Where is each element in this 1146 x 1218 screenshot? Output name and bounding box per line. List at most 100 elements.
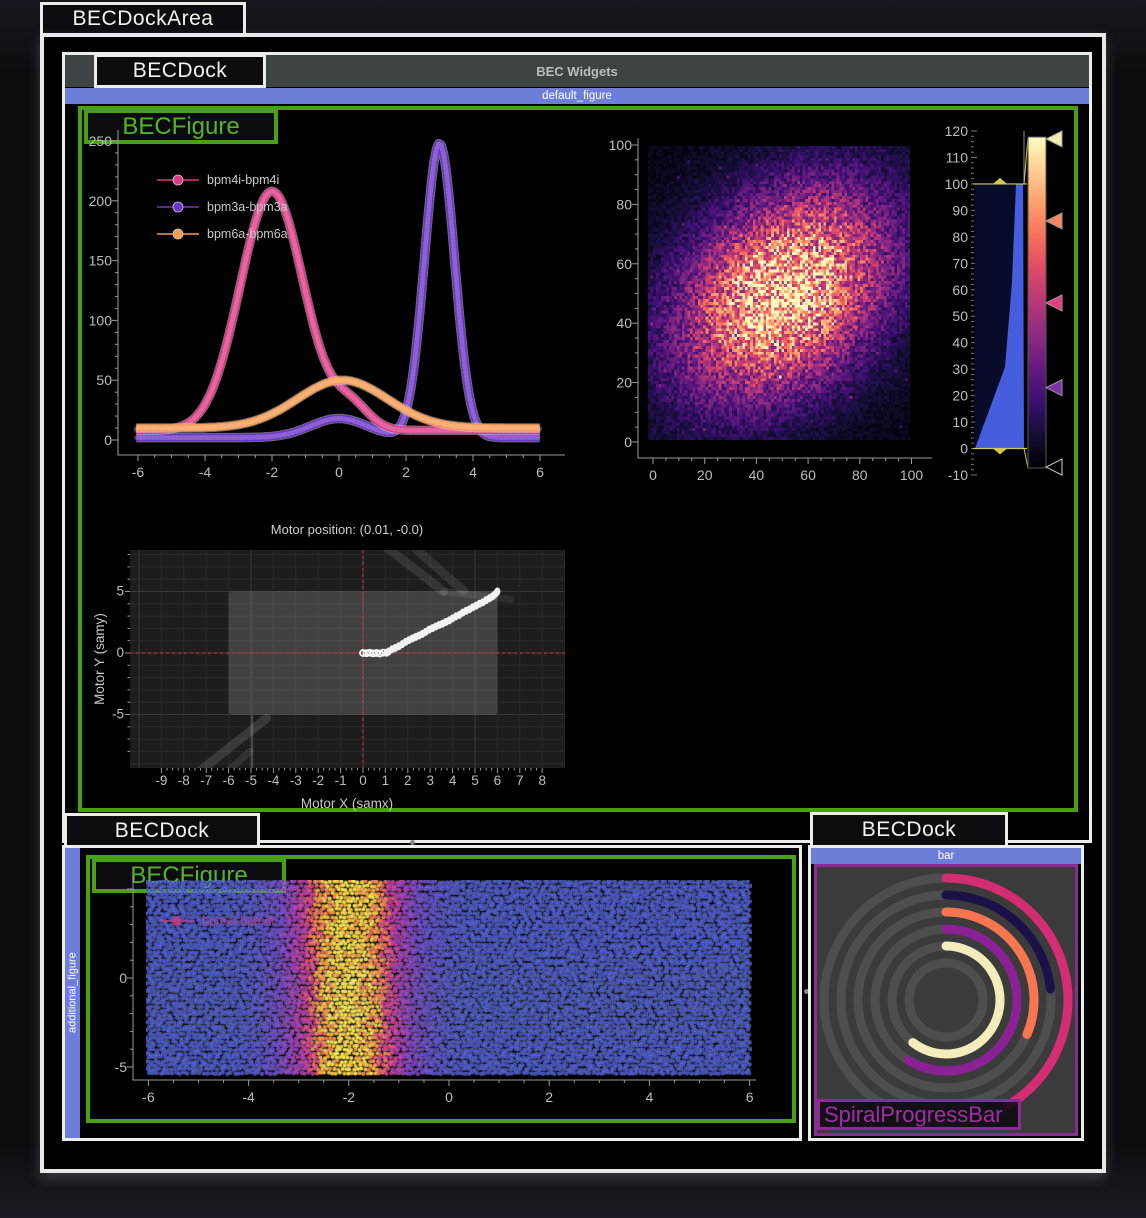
svg-text:-2: -2	[312, 773, 324, 788]
svg-text:60: 60	[616, 256, 632, 272]
svg-text:90: 90	[952, 202, 968, 218]
svg-text:40: 40	[749, 467, 765, 483]
svg-text:-4: -4	[199, 464, 212, 480]
svg-text:40: 40	[952, 335, 968, 351]
svg-text:5: 5	[471, 773, 479, 788]
dock-area-label-text: BECDockArea	[73, 7, 214, 31]
svg-text:20: 20	[952, 388, 968, 404]
svg-text:bpm3a-bpm3a: bpm3a-bpm3a	[207, 200, 288, 214]
svg-text:100: 100	[609, 137, 633, 153]
top-dock-tab-title: BEC Widgets	[536, 64, 618, 79]
svg-text:80: 80	[616, 196, 632, 212]
bottom-right-dock-title-bar[interactable]: bar	[811, 848, 1081, 864]
scan2d-legend: bpm4i-bpm4i	[160, 914, 274, 928]
svg-text:0: 0	[116, 645, 124, 660]
svg-text:5: 5	[116, 584, 124, 599]
svg-text:20: 20	[616, 375, 632, 391]
svg-text:60: 60	[800, 467, 816, 483]
spiral-progress-label-text: SpiralProgressBar	[824, 1102, 1003, 1128]
motor-xlabel: Motor X (samx)	[301, 796, 393, 811]
waveform-svg[interactable]: 050100150200250-6-4-20246bpm4i-bpm4ibpm3…	[95, 122, 580, 494]
dock-area-label: BECDockArea	[40, 2, 246, 36]
bottom-right-dock-title-text: bar	[938, 850, 955, 862]
svg-text:0: 0	[624, 434, 632, 450]
series-bpm3a-bpm3a	[136, 144, 539, 438]
svg-text:2: 2	[545, 1089, 553, 1105]
svg-text:-8: -8	[178, 773, 190, 788]
scan2d-axes-svg[interactable]: 0-5-6-4-20246bpm4i-bpm4i	[92, 866, 798, 1118]
svg-text:60: 60	[952, 282, 968, 298]
svg-text:4: 4	[449, 773, 457, 788]
heatmap-axes-svg[interactable]: 0 20 40 60 80 100 0 20 40 60 80 100	[600, 122, 945, 494]
svg-text:7: 7	[516, 773, 524, 788]
svg-text:-7: -7	[200, 773, 212, 788]
svg-text:0: 0	[445, 1089, 453, 1105]
svg-text:50: 50	[952, 308, 968, 324]
spiral-progress-label: SpiralProgressBar	[817, 1099, 1021, 1130]
motor-title: Motor position: (0.01, -0.0)	[271, 522, 423, 537]
svg-text:3: 3	[426, 773, 434, 788]
bottom-right-dock-label: BECDock	[810, 812, 1008, 848]
motor-ylabel: Motor Y (samy)	[92, 613, 107, 705]
top-dock-label: BECDock	[94, 54, 266, 88]
svg-text:70: 70	[952, 255, 968, 271]
series-bpm4i-bpm4i	[136, 191, 539, 430]
svg-text:0: 0	[119, 970, 127, 986]
svg-text:4: 4	[469, 464, 477, 480]
svg-text:bpm6a-bpm6a: bpm6a-bpm6a	[207, 227, 288, 241]
bottom-left-dock-title-text: additional_figure	[67, 953, 79, 1034]
svg-text:-2: -2	[266, 464, 279, 480]
svg-text:200: 200	[89, 193, 113, 209]
svg-text:40: 40	[616, 315, 632, 331]
svg-text:0: 0	[649, 467, 657, 483]
histogram-lut[interactable]: 1201101009080706050403020100-10	[935, 122, 1076, 494]
svg-text:-9: -9	[155, 773, 167, 788]
top-dock-title-text: default_figure	[542, 90, 612, 102]
svg-text:250: 250	[89, 133, 113, 149]
svg-text:110: 110	[946, 149, 969, 165]
svg-text:150: 150	[89, 253, 113, 269]
waveform-legend: bpm4i-bpm4i bpm3a-bpm3a bpm6a-bpm6a	[157, 173, 288, 241]
svg-text:-5: -5	[245, 773, 257, 788]
bottom-left-dock-title-bar[interactable]: additional_figure	[65, 848, 80, 1138]
svg-text:-3: -3	[290, 773, 302, 788]
svg-text:0: 0	[104, 432, 112, 448]
spiral-rings	[817, 867, 1075, 1133]
svg-text:0: 0	[359, 773, 367, 788]
svg-text:80: 80	[852, 467, 868, 483]
spiral-svg[interactable]	[817, 867, 1075, 1133]
top-dock-label-text: BECDock	[133, 59, 228, 83]
svg-text:-6: -6	[223, 773, 235, 788]
svg-text:-1: -1	[335, 773, 347, 788]
svg-text:2: 2	[402, 464, 410, 480]
svg-text:20: 20	[697, 467, 713, 483]
spiral-progress-widget[interactable]	[814, 864, 1078, 1136]
bottom-right-dock-label-text: BECDock	[862, 818, 957, 842]
svg-text:-6: -6	[142, 1089, 155, 1105]
top-dock-title-bar[interactable]: default_figure	[65, 88, 1089, 104]
svg-text:6: 6	[494, 773, 502, 788]
histogram-lut-svg[interactable]: 1201101009080706050403020100-10	[935, 122, 1076, 494]
svg-text:0: 0	[335, 464, 343, 480]
svg-text:-4: -4	[242, 1089, 255, 1105]
svg-text:bpm4i-bpm4i: bpm4i-bpm4i	[207, 173, 279, 187]
svg-text:0: 0	[960, 441, 968, 457]
scan2d-plot[interactable]: 0-5-6-4-20246bpm4i-bpm4i	[92, 866, 798, 1118]
bottom-left-dock-label-text: BECDock	[115, 819, 210, 843]
svg-text:10: 10	[952, 414, 968, 430]
waveform-plot[interactable]: 050100150200250-6-4-20246bpm4i-bpm4ibpm3…	[95, 122, 580, 494]
svg-text:-6: -6	[132, 464, 145, 480]
svg-text:100: 100	[900, 467, 924, 483]
svg-text:50: 50	[96, 372, 112, 388]
heatmap-plot[interactable]: 0 20 40 60 80 100 0 20 40 60 80 100	[600, 122, 945, 494]
motor-map-plot[interactable]: -9-8-7-6-5-4-3-2-1012345678-505Motor pos…	[92, 518, 587, 818]
svg-text:80: 80	[952, 229, 968, 245]
motor-map-svg[interactable]: -9-8-7-6-5-4-3-2-1012345678-505Motor pos…	[92, 518, 587, 818]
desktop: BECDockArea BEC Widgets default_figure B…	[0, 0, 1146, 1218]
svg-text:2: 2	[404, 773, 412, 788]
svg-text:-5: -5	[115, 1059, 128, 1075]
svg-text:-2: -2	[343, 1089, 356, 1105]
svg-text:100: 100	[89, 312, 113, 328]
svg-text:-4: -4	[267, 773, 279, 788]
bottom-left-dock-label: BECDock	[64, 813, 260, 848]
